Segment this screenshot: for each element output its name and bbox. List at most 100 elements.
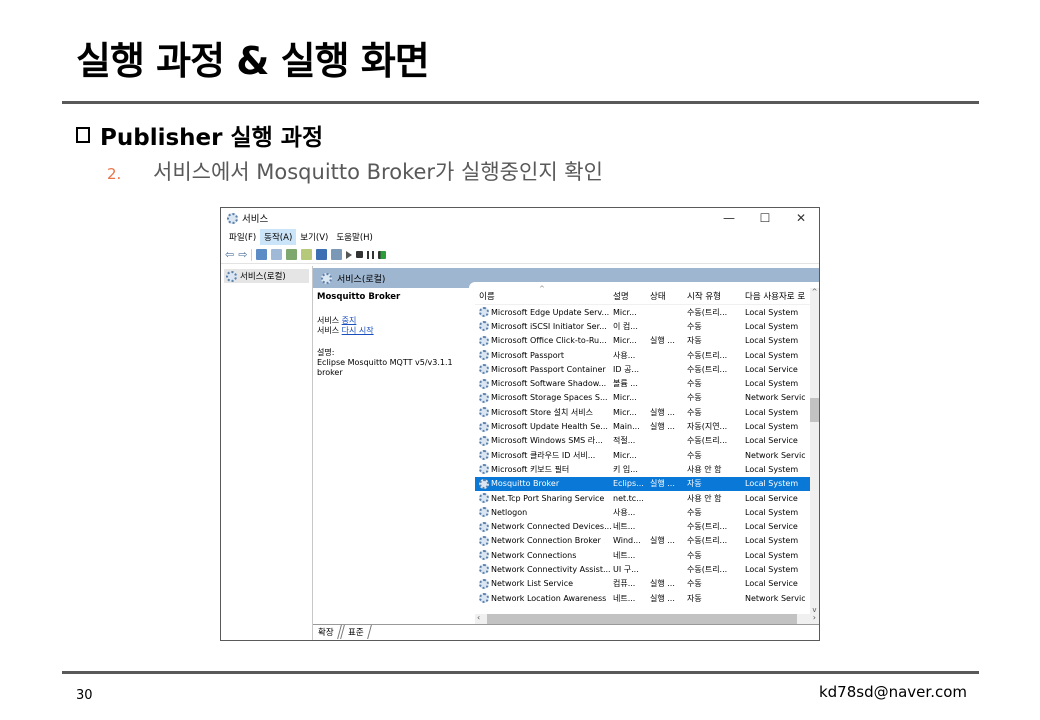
table-row[interactable]: Microsoft Passport Container ID 공... 수동(트리… bbox=[475, 362, 819, 376]
cell-startup-type: 수동 bbox=[687, 379, 702, 389]
table-row[interactable]: Network Location Awareness 네트... 실행 ... 자동 N… bbox=[475, 591, 819, 605]
scroll-left-icon[interactable]: ‹ bbox=[477, 613, 480, 622]
restart-service-link[interactable]: 다시 시작 bbox=[342, 326, 374, 335]
column-header-logon-as[interactable]: 다음 사용자로 로 bbox=[745, 290, 805, 302]
services-window: 서비스 — ☐ ✕ 파일(F) 동작(A) 보기(V) 도움말(H) ⇦ ⇨ 서… bbox=[220, 207, 820, 641]
back-arrow-icon[interactable]: ⇦ bbox=[225, 249, 234, 260]
export-list-icon[interactable] bbox=[301, 249, 313, 260]
window-titlebar[interactable]: 서비스 — ☐ ✕ bbox=[221, 208, 819, 228]
column-header-startup-type[interactable]: 시작 유형 bbox=[687, 290, 745, 302]
cell-startup-type: 자동 bbox=[687, 593, 702, 603]
toolbar: ⇦ ⇨ bbox=[221, 246, 819, 264]
cell-name: Microsoft 클라우드 ID 서비... bbox=[475, 450, 613, 461]
table-row[interactable]: Microsoft Software Shadow... 볼륨 ... 수동 Loca… bbox=[475, 376, 819, 390]
table-row[interactable]: Network Connected Devices... 네트... 수동(트리..… bbox=[475, 519, 819, 533]
cell-name: Microsoft Windows SMS 라... bbox=[475, 435, 613, 446]
table-row[interactable]: Microsoft Storage Spaces S... Micr... 수동 Ne… bbox=[475, 391, 819, 405]
table-row[interactable]: Microsoft 클라우드 ID 서비... Micr... 수동 Network … bbox=[475, 448, 819, 462]
cell-name: Microsoft Update Health Se... bbox=[475, 421, 613, 432]
tab-extended[interactable]: 확장 bbox=[311, 625, 342, 639]
services-list: ^ 이름 설명 상태 시작 유형 다음 사용자로 로 Microsoft Edg… bbox=[475, 285, 819, 614]
table-row[interactable]: Microsoft 키보드 필터 키 입... 사용 안 함 Local System bbox=[475, 462, 819, 476]
maximize-button[interactable]: ☐ bbox=[747, 211, 783, 225]
table-row[interactable]: Microsoft Office Click-to-Ru... Micr... 실행… bbox=[475, 334, 819, 348]
cell-name-text: Microsoft Passport Container bbox=[491, 364, 606, 374]
cell-logon-as: Local System bbox=[745, 422, 799, 432]
cell-startup-type: 수동 bbox=[687, 550, 702, 560]
vertical-scrollbar[interactable]: ^ v bbox=[810, 288, 819, 614]
cell-startup-type: 사용 안 함 bbox=[687, 493, 722, 503]
cell-logon-as: Local System bbox=[745, 464, 799, 474]
table-row[interactable]: Network Connection Broker Wind... 실행 ... 수동… bbox=[475, 534, 819, 548]
cell-startup-type: 수동(트리... bbox=[687, 307, 728, 317]
cell-name-text: Microsoft Office Click-to-Ru... bbox=[491, 336, 607, 346]
table-row[interactable]: Netlogon 사용... 수동 Local System bbox=[475, 505, 819, 519]
menu-help[interactable]: 도움말(H) bbox=[332, 229, 376, 245]
cell-description: 사용... bbox=[613, 350, 636, 360]
table-row[interactable]: Network Connections 네트... 수동 Local System bbox=[475, 548, 819, 562]
tree-item-services-local[interactable]: 서비스(로컬) bbox=[224, 269, 309, 283]
table-row[interactable]: Microsoft Store 설치 서비스 Micr... 실행 ... 수동 Loc… bbox=[475, 405, 819, 419]
table-row[interactable]: Microsoft Update Health Se... Main... 실행 .… bbox=[475, 419, 819, 433]
horizontal-scroll-thumb[interactable] bbox=[487, 614, 797, 624]
show-console-tree-icon[interactable] bbox=[256, 249, 268, 260]
table-row[interactable]: Network List Service 컴퓨... 실행 ... 수동 Local S… bbox=[475, 577, 819, 591]
cell-description: 네트... bbox=[613, 593, 636, 603]
cell-logon-as: Local Service bbox=[745, 522, 798, 532]
cell-description: Eclips... bbox=[613, 479, 644, 489]
cell-name-text: Net.Tcp Port Sharing Service bbox=[491, 493, 605, 503]
horizontal-scrollbar[interactable]: ‹ › bbox=[475, 613, 819, 624]
gear-icon bbox=[479, 550, 489, 561]
table-row[interactable]: Microsoft Passport 사용... 수동(트리... Local Sys… bbox=[475, 348, 819, 362]
cell-startup-type: 수동(트리... bbox=[687, 564, 728, 574]
gear-icon bbox=[479, 478, 489, 489]
cell-logon-as: Local System bbox=[745, 564, 799, 574]
stop-service-link[interactable]: 중지 bbox=[342, 316, 357, 325]
cell-description: 이 컴... bbox=[613, 321, 638, 331]
gear-icon bbox=[479, 378, 489, 389]
properties-icon[interactable] bbox=[271, 249, 283, 260]
restart-service-prefix: 서비스 bbox=[317, 326, 342, 335]
column-header-status[interactable]: 상태 bbox=[650, 290, 687, 302]
cell-logon-as: Local Service bbox=[745, 364, 798, 374]
stop-icon[interactable] bbox=[356, 251, 364, 258]
scroll-up-icon[interactable]: ^ bbox=[810, 288, 819, 296]
minimize-button[interactable]: — bbox=[711, 211, 747, 225]
table-row[interactable]: Microsoft Windows SMS 라... 적절... 수동(트리... L… bbox=[475, 434, 819, 448]
close-button[interactable]: ✕ bbox=[783, 211, 819, 225]
help-icon[interactable] bbox=[316, 249, 328, 260]
table-row[interactable]: Microsoft iSCSI Initiator Ser... 이 컴... 수동… bbox=[475, 319, 819, 333]
gear-icon bbox=[479, 392, 489, 403]
forward-arrow-icon[interactable]: ⇨ bbox=[238, 249, 247, 260]
cell-logon-as: Local Service bbox=[745, 493, 798, 503]
play-icon[interactable] bbox=[346, 250, 353, 259]
menu-action[interactable]: 동작(A) bbox=[260, 229, 297, 245]
tab-standard[interactable]: 표준 bbox=[339, 625, 372, 639]
tree-item-label: 서비스(로컬) bbox=[240, 272, 286, 282]
table-row[interactable]: Microsoft Edge Update Serv... Micr... 수동(트… bbox=[475, 305, 819, 319]
cell-description: 네트... bbox=[613, 550, 636, 560]
menu-file[interactable]: 파일(F) bbox=[225, 229, 260, 245]
step-number: 2. bbox=[107, 165, 122, 183]
vertical-scroll-thumb[interactable] bbox=[810, 398, 819, 422]
table-row[interactable]: Network Connectivity Assist... UI 구... 수동(… bbox=[475, 562, 819, 576]
cell-description: Micr... bbox=[613, 450, 637, 460]
toolbar-separator bbox=[251, 248, 253, 261]
cell-name: Microsoft Edge Update Serv... bbox=[475, 307, 613, 318]
list-body: Microsoft Edge Update Serv... Micr... 수동(트… bbox=[475, 305, 819, 605]
column-header-description[interactable]: 설명 bbox=[613, 290, 650, 302]
cell-name: Mosquitto Broker bbox=[475, 478, 613, 489]
page-number: 30 bbox=[76, 688, 93, 703]
table-row[interactable]: Mosquitto Broker Eclips... 실행 ... 자동 Local S… bbox=[475, 476, 819, 491]
cell-description: 키 입... bbox=[613, 464, 638, 474]
cell-startup-type: 수동 bbox=[687, 407, 702, 417]
action-pane-icon[interactable] bbox=[331, 249, 343, 260]
pause-icon[interactable] bbox=[367, 250, 375, 259]
cell-name-text: Network Location Awareness bbox=[491, 593, 607, 603]
refresh-icon[interactable] bbox=[286, 249, 298, 260]
menu-view[interactable]: 보기(V) bbox=[296, 229, 332, 245]
table-row[interactable]: Net.Tcp Port Sharing Service net.tc... 사용 … bbox=[475, 491, 819, 505]
gear-icon bbox=[479, 493, 489, 503]
scroll-right-icon[interactable]: › bbox=[813, 613, 816, 622]
restart-icon[interactable] bbox=[378, 250, 387, 259]
